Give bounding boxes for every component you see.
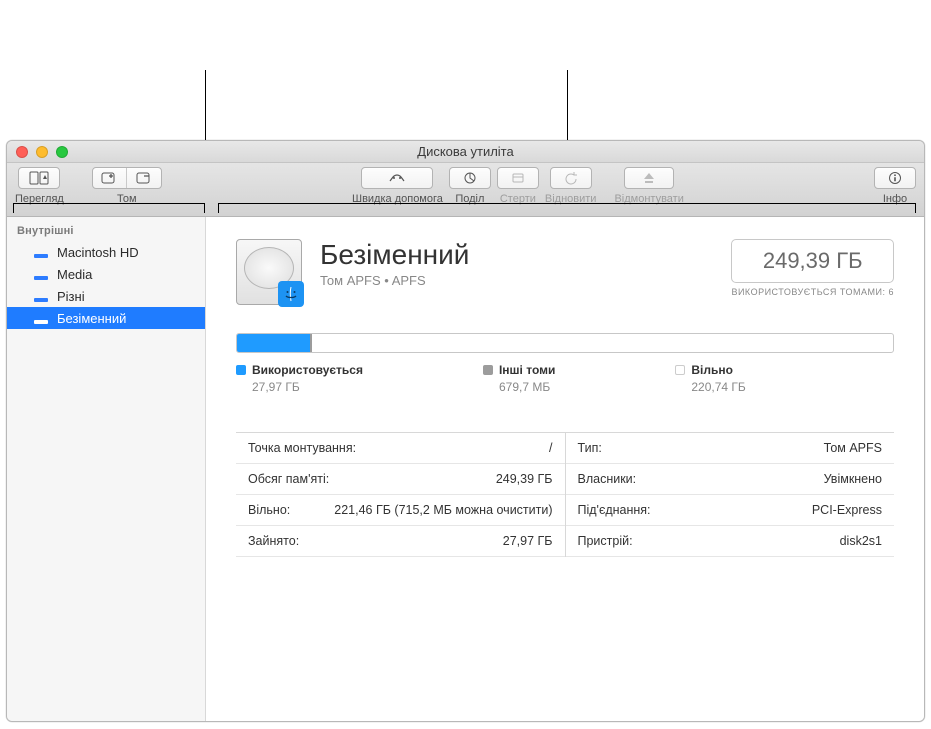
- info-key: Пристрій:: [578, 534, 633, 548]
- info-row: Вільно: 221,46 ГБ (715,2 МБ можна очистит…: [236, 495, 565, 526]
- info-value: /: [549, 441, 552, 455]
- volume-name: Безіменний: [320, 239, 469, 271]
- erase-button[interactable]: [498, 168, 538, 188]
- firstaid-button[interactable]: [362, 168, 432, 188]
- info-value: PCI-Express: [812, 503, 882, 517]
- info-row: Обсяг пам'яті: 249,39 ГБ: [236, 464, 565, 495]
- info-value: 27,97 ГБ: [503, 534, 553, 548]
- info-key: Під'єднання:: [578, 503, 651, 517]
- sidebar-item-media[interactable]: Media: [7, 263, 205, 285]
- volume-subtitle: Том APFS • APFS: [320, 273, 469, 288]
- toolbar-restore-group: Відновити: [545, 167, 597, 205]
- legend-free-label: Вільно: [691, 363, 733, 377]
- toolbar-volume-group: Том: [92, 167, 162, 205]
- info-col-right: Тип: Том APFS Власники: Увімкнено Під'єдна…: [566, 433, 895, 557]
- info-col-left: Точка монтування: / Обсяг пам'яті: 249,39 …: [236, 433, 566, 557]
- info-row: Точка монтування: /: [236, 433, 565, 464]
- volume-icon: [236, 239, 302, 305]
- info-value: 221,46 ГБ (715,2 МБ можна очистити): [334, 503, 552, 517]
- toolbar-unmount-group: Відмонтувати: [614, 167, 683, 205]
- info-row: Власники: Увімкнено: [566, 464, 895, 495]
- partition-button[interactable]: [450, 168, 490, 188]
- swatch-other-icon: [483, 365, 493, 375]
- callout-bracket-content: [218, 203, 916, 213]
- titlebar: Дискова утиліта: [7, 141, 924, 163]
- legend-other: Інші томи 679,7 МБ: [483, 363, 555, 394]
- usage-segment-used: [237, 334, 310, 352]
- toolbar-erase-group: Стерти: [497, 167, 539, 205]
- info-value: Увімкнено: [824, 472, 882, 486]
- info-key: Тип:: [578, 441, 602, 455]
- volume-header: Безіменний Том APFS • APFS 249,39 ГБ ВИК…: [206, 217, 924, 313]
- usage-section: Використовується 27,97 ГБ Інші томи 679,…: [206, 313, 924, 404]
- remove-volume-button[interactable]: [127, 168, 161, 188]
- legend-free-value: 220,74 ГБ: [691, 380, 745, 394]
- sidebar-item-label: Macintosh HD: [57, 245, 139, 260]
- legend-used: Використовується 27,97 ГБ: [236, 363, 363, 394]
- sidebar-item-label: Різні: [57, 289, 85, 304]
- info-table: Точка монтування: / Обсяг пам'яті: 249,39 …: [236, 432, 894, 557]
- add-volume-button[interactable]: [93, 168, 127, 188]
- info-value: Том APFS: [824, 441, 882, 455]
- view-button[interactable]: [19, 168, 59, 188]
- legend-used-value: 27,97 ГБ: [252, 380, 363, 394]
- disk-icon: [33, 244, 49, 260]
- info-key: Вільно:: [248, 503, 290, 517]
- swatch-free-icon: [675, 365, 685, 375]
- legend-used-label: Використовується: [252, 363, 363, 377]
- usage-segment-other: [310, 334, 312, 352]
- sidebar-item-label: Media: [57, 267, 92, 282]
- minimize-window-button[interactable]: [36, 146, 48, 158]
- sidebar-header-internal: Внутрішні: [7, 221, 205, 241]
- finder-badge-icon: [278, 281, 304, 307]
- toolbar-info-group: Інфо: [874, 167, 916, 205]
- info-row: Зайнято: 27,97 ГБ: [236, 526, 565, 557]
- swatch-used-icon: [236, 365, 246, 375]
- info-button[interactable]: [875, 168, 915, 188]
- sidebar-item-label: Безіменний: [57, 311, 126, 326]
- app-window: Дискова утиліта Перегляд Том: [6, 140, 925, 722]
- traffic-lights: [7, 146, 68, 158]
- info-key: Власники:: [578, 472, 637, 486]
- info-row: Пристрій: disk2s1: [566, 526, 895, 557]
- zoom-window-button[interactable]: [56, 146, 68, 158]
- usage-bar: [236, 333, 894, 353]
- toolbar-view-group: Перегляд: [15, 167, 64, 205]
- unmount-button[interactable]: [625, 168, 673, 188]
- toolbar-partition-group: Поділ: [449, 167, 491, 205]
- callout-bracket-sidebar: [13, 203, 205, 213]
- restore-button[interactable]: [551, 168, 591, 188]
- legend-free: Вільно 220,74 ГБ: [675, 363, 745, 394]
- content-pane: Безіменний Том APFS • APFS 249,39 ГБ ВИК…: [206, 217, 924, 721]
- legend-other-label: Інші томи: [499, 363, 555, 377]
- capacity-subtitle: ВИКОРИСТОВУЄТЬСЯ ТОМАМИ: 6: [731, 287, 894, 297]
- disk-icon: [33, 288, 49, 304]
- info-value: 249,39 ГБ: [496, 472, 553, 486]
- sidebar-item-bezimennyi[interactable]: Безіменний: [7, 307, 205, 329]
- capacity-box: 249,39 ГБ: [731, 239, 894, 283]
- toolbar-firstaid-group: Швидка допомога: [352, 167, 443, 205]
- window-title: Дискова утиліта: [7, 144, 924, 159]
- disk-icon: [33, 310, 49, 326]
- info-row: Під'єднання: PCI-Express: [566, 495, 895, 526]
- close-window-button[interactable]: [16, 146, 28, 158]
- info-key: Зайнято:: [248, 534, 299, 548]
- info-key: Точка монтування:: [248, 441, 356, 455]
- sidebar-item-rizni[interactable]: Різні: [7, 285, 205, 307]
- legend-other-value: 679,7 МБ: [499, 380, 555, 394]
- disk-icon: [33, 266, 49, 282]
- sidebar: Внутрішні Macintosh HD Media Різні Безім…: [7, 217, 206, 721]
- info-key: Обсяг пам'яті:: [248, 472, 329, 486]
- sidebar-item-macintosh-hd[interactable]: Macintosh HD: [7, 241, 205, 263]
- info-value: disk2s1: [840, 534, 882, 548]
- info-row: Тип: Том APFS: [566, 433, 895, 464]
